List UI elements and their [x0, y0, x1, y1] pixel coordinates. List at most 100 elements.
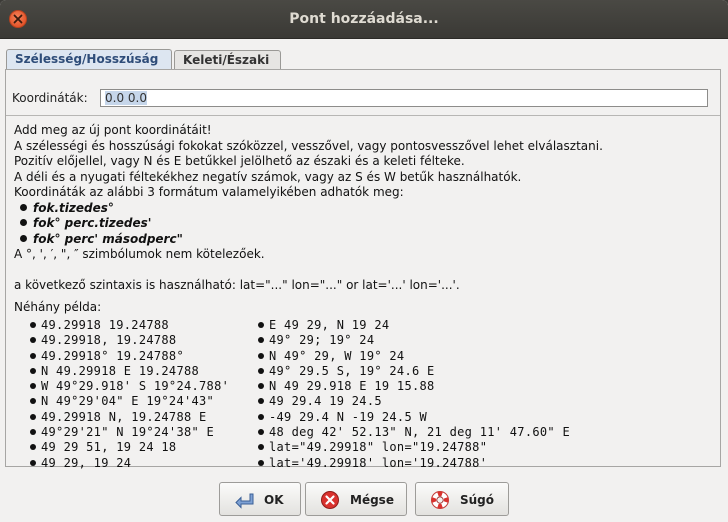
- example-item: 49° 29.5 S, 19° 24.6 E: [258, 364, 708, 379]
- bullet-icon: [30, 429, 36, 436]
- example-text: 49 29, 19 24: [41, 455, 132, 470]
- examples-right-column: E 49 29, N 19 24 49° 29; 19° 24 N 49° 29, …: [258, 318, 708, 471]
- example-text: W 49°29.918' S 19°24.788': [41, 379, 230, 394]
- example-text: N 49.29918 E 19.24788: [41, 363, 200, 378]
- example-text: 49.29918 19.24788: [41, 318, 169, 332]
- example-item: 49°29'21" N 19°24'38" E: [30, 425, 270, 440]
- format-item: fok° perc' másodperc": [14, 232, 714, 248]
- cancel-icon: [321, 491, 339, 509]
- example-text: 49.29918 N, 19.24788 E: [41, 409, 207, 424]
- example-text: lat='49.29918' lon='19.24788': [269, 455, 488, 470]
- help-syntax-note: a következő szintaxis is használható: la…: [14, 277, 460, 292]
- coordinates-value: 0.0 0.0: [105, 91, 147, 105]
- example-text: E 49 29, N 19 24: [269, 318, 390, 332]
- example-item: lat='49.29918' lon='19.24788': [258, 456, 708, 471]
- bullet-icon: [258, 398, 264, 405]
- example-text: 49 29 51, 19 24 18: [41, 440, 177, 455]
- example-text: lat="49.29918" lon="19.24788": [269, 440, 488, 455]
- tab-panel: Koordináták: 0.0 0.0 Add meg az új pont …: [5, 69, 721, 470]
- example-text: 49° 29.5 S, 19° 24.6 E: [269, 363, 435, 378]
- example-item: 49° 29; 19° 24: [258, 333, 708, 348]
- help-line-3: A déli és a nyugati féltekékhez negatív …: [14, 169, 522, 184]
- example-item: W 49°29.918' S 19°24.788': [30, 379, 270, 394]
- help-symbols-note: A °, ', ′, ", ″ szimbólumok nem kötelező…: [14, 247, 265, 261]
- help-formats-intro: Koordináták az alábbi 3 formátum valamel…: [14, 185, 404, 199]
- example-item: -49 29.4 N -19 24.5 W: [258, 410, 708, 425]
- bullet-icon: [258, 352, 264, 359]
- bullet-icon: [30, 444, 36, 451]
- example-text: 48 deg 42' 52.13" N, 21 deg 11' 47.60" E: [269, 425, 570, 440]
- bullet-icon: [30, 459, 36, 466]
- example-text: 49°29'21" N 19°24'38" E: [41, 425, 215, 440]
- help-label: Súgó: [460, 493, 495, 507]
- bullet-icon: [30, 367, 36, 374]
- example-item: 48 deg 42' 52.13" N, 21 deg 11' 47.60" E: [258, 425, 708, 440]
- window-title: Pont hozzáadása...: [289, 11, 439, 27]
- help-text: Add meg az új pont koordinátáit! A széle…: [14, 123, 714, 293]
- format-text: fok° perc' másodperc": [33, 231, 183, 246]
- bullet-icon: [258, 322, 264, 328]
- tab-lat-lon[interactable]: Szélesség/Hosszúság: [6, 49, 172, 70]
- example-item: 49 29.4 19 24.5: [258, 394, 708, 409]
- bullet-icon: [258, 337, 264, 344]
- example-item: N 49° 29, W 19° 24: [258, 349, 708, 364]
- lifebuoy-icon: [431, 491, 449, 509]
- example-item: 49.29918 N, 19.24788 E: [30, 410, 270, 425]
- example-item: N 49°29'04" E 19°24'43": [30, 394, 270, 409]
- example-text: 49.29918, 19.24788: [41, 333, 177, 348]
- ok-label: OK: [264, 493, 284, 507]
- button-row: OK Mégse Súgó: [0, 480, 728, 516]
- bullet-icon: [30, 337, 36, 344]
- examples-section: Néhány példa: 49.29918 19.24788 49.29918,…: [14, 300, 714, 470]
- dialog-window: Pont hozzáadása... Szélesség/Hosszúság K…: [0, 0, 728, 522]
- format-text: fok.tizedes°: [33, 200, 114, 215]
- bullet-icon: [30, 322, 36, 328]
- example-text: 49 29.4 19 24.5: [269, 394, 382, 409]
- help-intro: Add meg az új pont koordinátáit!: [14, 123, 212, 137]
- tab-east-north[interactable]: Keleti/Északi: [174, 50, 281, 69]
- bullet-icon: [258, 383, 264, 390]
- format-item: fok° perc.tizedes': [14, 216, 714, 232]
- cancel-button[interactable]: Mégse: [305, 482, 407, 516]
- example-item: N 49 29.918 E 19 15.88: [258, 379, 708, 394]
- help-line-2: Pozitív előjellel, vagy N és E betűkkel …: [14, 154, 465, 168]
- bullet-icon: [30, 383, 36, 390]
- example-item: N 49.29918 E 19.24788: [30, 364, 270, 379]
- examples-left-column: 49.29918 19.24788 49.29918, 19.24788 49.29…: [30, 318, 270, 471]
- help-line-1: A szélességi és hosszúsági fokokat szókö…: [14, 138, 603, 153]
- bullet-icon: [258, 459, 264, 466]
- example-text: -49 29.4 N -19 24.5 W: [269, 409, 428, 424]
- separator: [6, 115, 720, 116]
- bullet-icon: [30, 398, 36, 405]
- bullet-icon: [258, 429, 264, 436]
- bullet-icon: [258, 413, 264, 420]
- bullet-icon: [30, 352, 36, 359]
- help-button[interactable]: Súgó: [415, 482, 509, 516]
- example-item: 49.29918° 19.24788°: [30, 349, 270, 364]
- coordinates-label: Koordináták:: [12, 91, 88, 105]
- bullet-icon: [20, 234, 27, 242]
- format-text: fok° perc.tizedes': [33, 216, 152, 230]
- ok-button[interactable]: OK: [219, 482, 301, 516]
- ok-arrow-icon: [235, 493, 254, 509]
- example-text: N 49 29.918 E 19 15.88: [269, 379, 435, 394]
- format-item: fok.tizedes°: [14, 201, 714, 217]
- examples-heading: Néhány példa:: [14, 300, 102, 314]
- example-text: 49.29918° 19.24788°: [41, 348, 184, 363]
- title-bar: Pont hozzáadása...: [0, 0, 728, 39]
- bullet-icon: [20, 203, 27, 211]
- example-item: 49.29918, 19.24788: [30, 333, 270, 348]
- bullet-icon: [258, 444, 264, 451]
- example-item: E 49 29, N 19 24: [258, 318, 708, 333]
- example-text: N 49°29'04" E 19°24'43": [41, 394, 215, 409]
- coordinates-input[interactable]: 0.0 0.0: [100, 89, 708, 107]
- cancel-label: Mégse: [350, 493, 394, 507]
- example-item: 49.29918 19.24788: [30, 318, 270, 333]
- bullet-icon: [30, 413, 36, 420]
- example-item: lat="49.29918" lon="19.24788": [258, 440, 708, 455]
- example-text: N 49° 29, W 19° 24: [269, 348, 405, 363]
- example-text: 49° 29; 19° 24: [269, 333, 375, 348]
- example-item: 49 29, 19 24: [30, 456, 270, 471]
- bullet-icon: [20, 219, 27, 226]
